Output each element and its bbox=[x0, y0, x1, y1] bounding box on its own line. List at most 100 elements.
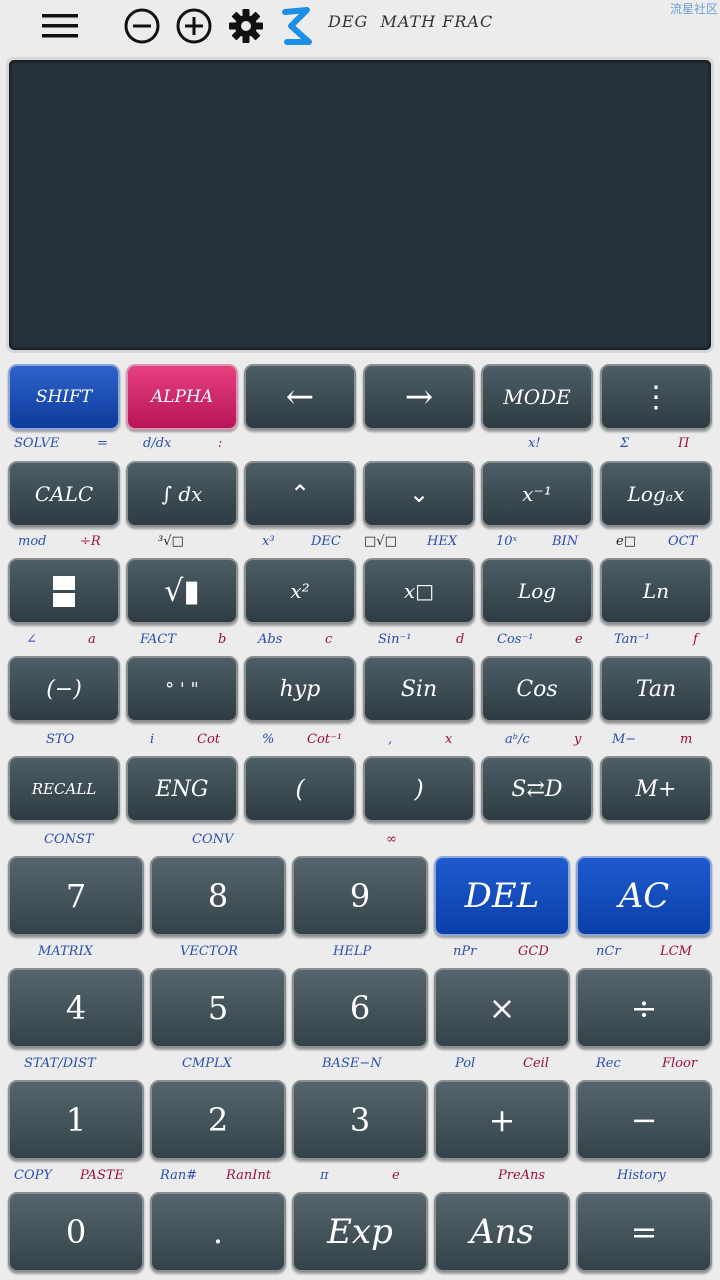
key-label: S⇄D bbox=[511, 776, 563, 802]
decimal-button[interactable]: . bbox=[150, 1192, 286, 1272]
key-1-button[interactable]: ° ' " bbox=[126, 656, 238, 722]
eng-button[interactable]: ENG bbox=[126, 756, 238, 822]
4-button[interactable]: 4 bbox=[8, 968, 144, 1048]
secondary-label: b bbox=[218, 632, 227, 647]
secondary-label: a bbox=[88, 632, 96, 647]
0-button[interactable]: 0 bbox=[8, 1192, 144, 1272]
equals-button[interactable]: = bbox=[576, 1192, 712, 1272]
up-arrow-button[interactable]: ⌃ bbox=[244, 461, 356, 527]
calculator-display[interactable] bbox=[6, 57, 714, 353]
minus-button[interactable]: − bbox=[576, 1080, 712, 1160]
key-label: × bbox=[488, 989, 516, 1027]
key-label: AC bbox=[618, 876, 670, 916]
key-label: ENG bbox=[155, 776, 209, 802]
tan-button[interactable]: Tan bbox=[600, 656, 712, 722]
alpha-button[interactable]: ALPHA bbox=[126, 364, 238, 430]
key-label: hyp bbox=[279, 676, 321, 702]
multiply-button[interactable]: × bbox=[434, 968, 570, 1048]
key-label: (−) bbox=[46, 676, 82, 702]
key-label: ) bbox=[414, 775, 424, 803]
zoom-out-icon[interactable] bbox=[122, 6, 162, 46]
menu-icon[interactable] bbox=[38, 6, 82, 46]
ans-button[interactable]: Ans bbox=[434, 1192, 570, 1272]
top-bar: DEG MATH FRAC 流星社区 bbox=[0, 0, 720, 52]
secondary-label: y bbox=[574, 732, 582, 747]
recall-button[interactable]: RECALL bbox=[8, 756, 120, 822]
secondary-label: i bbox=[150, 732, 155, 747]
1-button[interactable]: 1 bbox=[8, 1080, 144, 1160]
secondary-label: VECTOR bbox=[180, 944, 238, 959]
secondary-label: ³√□ bbox=[158, 534, 184, 549]
left-arrow-button[interactable]: ← bbox=[244, 364, 356, 430]
key-label: DEL bbox=[464, 876, 540, 916]
9-button[interactable]: 9 bbox=[292, 856, 428, 936]
key-label: 4 bbox=[65, 989, 87, 1027]
secondary-label: Cot⁻¹ bbox=[307, 732, 343, 747]
dx-button[interactable]: ∫ dx bbox=[126, 461, 238, 527]
2-button[interactable]: 2 bbox=[150, 1080, 286, 1160]
exp-button[interactable]: Exp bbox=[292, 1192, 428, 1272]
log-x-button[interactable]: Logₐx bbox=[600, 461, 712, 527]
x-button[interactable]: x⁻¹ bbox=[481, 461, 593, 527]
del-button[interactable]: DEL bbox=[434, 856, 570, 936]
secondary-label: nPr bbox=[453, 944, 477, 959]
secondary-label: Ran# bbox=[160, 1168, 198, 1183]
secondary-label: e bbox=[575, 632, 583, 647]
shift-button[interactable]: SHIFT bbox=[8, 364, 120, 430]
close-paren-button[interactable]: ) bbox=[363, 756, 475, 822]
sin-button[interactable]: Sin bbox=[363, 656, 475, 722]
key-label: Ln bbox=[642, 579, 670, 603]
cos-button[interactable]: Cos bbox=[481, 656, 593, 722]
ac-button[interactable]: AC bbox=[576, 856, 712, 936]
secondary-label: nCr bbox=[596, 944, 621, 959]
secondary-label: Abs bbox=[258, 632, 283, 647]
key-label: ÷ bbox=[630, 989, 658, 1027]
gear-icon[interactable] bbox=[226, 6, 266, 46]
fraction-button[interactable] bbox=[8, 558, 120, 624]
secondary-label: Cot bbox=[197, 732, 220, 747]
x-button[interactable]: x² bbox=[244, 558, 356, 624]
hyp-button[interactable]: hyp bbox=[244, 656, 356, 722]
negative-button[interactable]: (−) bbox=[8, 656, 120, 722]
zoom-in-icon[interactable] bbox=[174, 6, 214, 46]
m-button[interactable]: M+ bbox=[600, 756, 712, 822]
calc-button[interactable]: CALC bbox=[8, 461, 120, 527]
secondary-label: Π bbox=[678, 436, 690, 451]
secondary-label: ∠ bbox=[26, 632, 37, 647]
more-button[interactable]: ⋮ bbox=[600, 364, 712, 430]
key-label: 9 bbox=[349, 877, 371, 915]
s-d-button[interactable]: S⇄D bbox=[481, 756, 593, 822]
open-paren-button[interactable]: ( bbox=[244, 756, 356, 822]
key-label: Log bbox=[517, 579, 557, 603]
secondary-label: M− bbox=[612, 732, 637, 747]
secondary-label: HEX bbox=[427, 534, 458, 549]
secondary-label: Cos⁻¹ bbox=[497, 632, 534, 647]
secondary-label: GCD bbox=[518, 944, 549, 959]
7-button[interactable]: 7 bbox=[8, 856, 144, 936]
divide-button[interactable]: ÷ bbox=[576, 968, 712, 1048]
secondary-label: CMPLX bbox=[182, 1056, 232, 1071]
6-button[interactable]: 6 bbox=[292, 968, 428, 1048]
secondary-label: x³ bbox=[262, 534, 275, 549]
fraction-icon bbox=[53, 575, 75, 607]
down-arrow-button[interactable]: ⌄ bbox=[363, 461, 475, 527]
log-button[interactable]: Log bbox=[481, 558, 593, 624]
plus-button[interactable]: + bbox=[434, 1080, 570, 1160]
mode-button[interactable]: MODE bbox=[481, 364, 593, 430]
secondary-label: FACT bbox=[140, 632, 176, 647]
right-arrow-button[interactable]: → bbox=[363, 364, 475, 430]
secondary-label: x bbox=[445, 732, 453, 747]
secondary-label: PreAns bbox=[498, 1168, 546, 1183]
key-label: 2 bbox=[207, 1101, 229, 1139]
8-button[interactable]: 8 bbox=[150, 856, 286, 936]
key-label: SHIFT bbox=[35, 387, 93, 407]
3-button[interactable]: 3 bbox=[292, 1080, 428, 1160]
x-button[interactable]: x□ bbox=[363, 558, 475, 624]
secondary-label: CONV bbox=[192, 832, 234, 847]
key-label: ALPHA bbox=[150, 387, 214, 407]
key-1-button[interactable]: √▮ bbox=[126, 558, 238, 624]
secondary-label: c bbox=[325, 632, 333, 647]
key-label: CALC bbox=[34, 482, 94, 506]
5-button[interactable]: 5 bbox=[150, 968, 286, 1048]
ln-button[interactable]: Ln bbox=[600, 558, 712, 624]
